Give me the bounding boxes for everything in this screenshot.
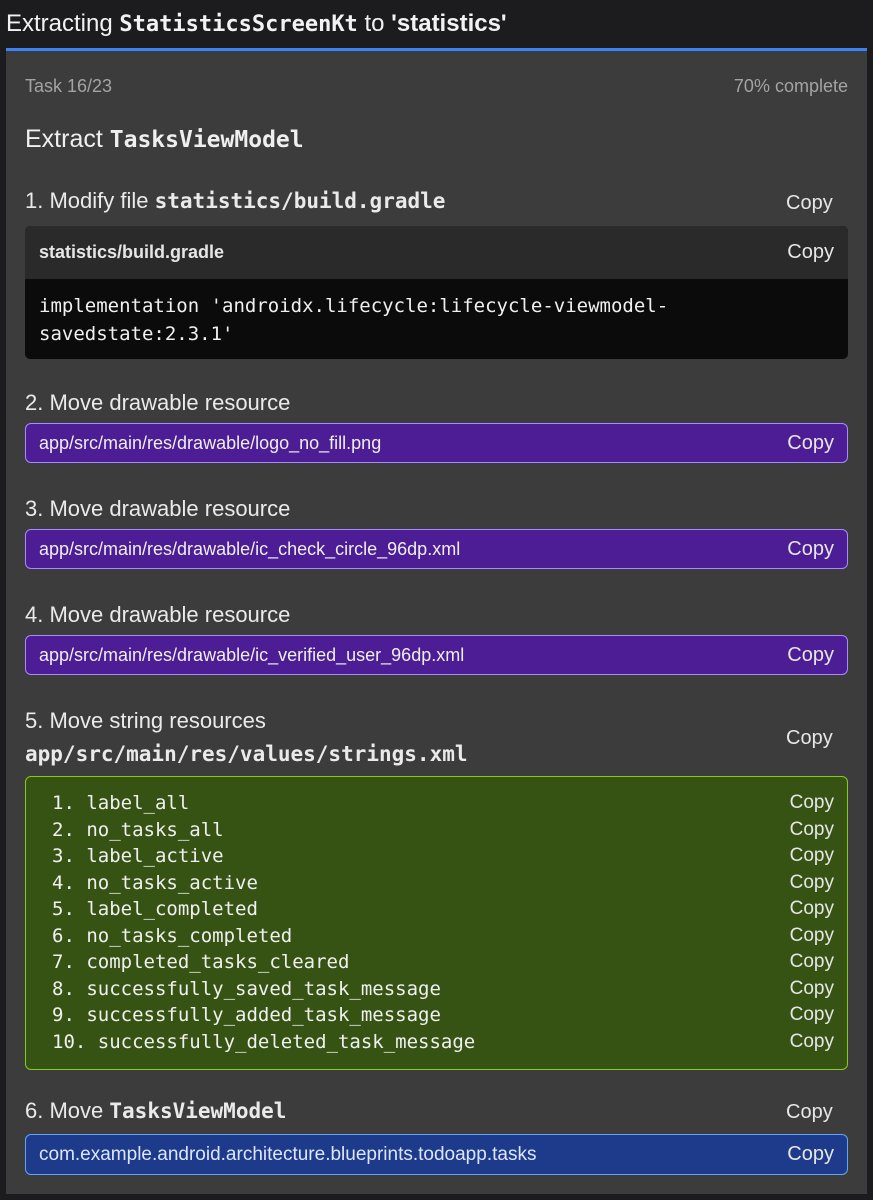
- string-copy-button[interactable]: Copy: [790, 898, 834, 920]
- string-resource-row: 4. no_tasks_active Copy: [26, 870, 847, 897]
- task-counter: Task 16/23: [25, 76, 113, 96]
- string-copy-button[interactable]: Copy: [790, 978, 834, 1000]
- title-prefix: Extracting: [6, 10, 113, 37]
- step-1-label: 1. Modify file: [25, 188, 149, 213]
- string-resources-list: 1. label_all Copy 2. no_tasks_all Copy 3. …: [25, 776, 848, 1070]
- task-meta: Task 16/23 70% complete: [25, 76, 848, 97]
- step-5-file: app/src/main/res/values/strings.xml: [25, 741, 848, 767]
- step-3-heading: 3. Move drawable resource: [25, 496, 291, 521]
- code-snippet: statistics/build.gradle Copy implementat…: [25, 226, 848, 359]
- string-resource-row: 6. no_tasks_completed Copy: [26, 923, 847, 950]
- string-resource-row: 2. no_tasks_all Copy: [26, 817, 847, 844]
- title-module: 'statistics': [391, 10, 507, 37]
- step-1-copy-button[interactable]: Copy: [786, 192, 833, 215]
- string-copy-button[interactable]: Copy: [790, 1004, 834, 1026]
- step-3-path: app/src/main/res/drawable/ic_check_circl…: [39, 538, 461, 559]
- string-resource-name: 6. no_tasks_completed: [52, 924, 293, 947]
- string-copy-button[interactable]: Copy: [790, 792, 834, 814]
- string-resource-row: 5. label_completed Copy: [26, 896, 847, 923]
- step-6-heading: 6. Move TasksViewModel: [25, 1098, 848, 1124]
- string-resource-name: 1. label_all: [52, 792, 190, 815]
- string-copy-button[interactable]: Copy: [790, 845, 834, 867]
- code-snippet-file: statistics/build.gradle: [39, 242, 225, 262]
- step-3-path-box: app/src/main/res/drawable/ic_check_circl…: [25, 529, 848, 569]
- string-resource-row: 1. label_all Copy: [26, 790, 847, 817]
- step-5-file-name: app/src/main/res/values/strings.xml: [25, 742, 468, 766]
- step-4-heading: 4. Move drawable resource: [25, 602, 291, 627]
- step-6-label: 6. Move: [25, 1098, 104, 1123]
- code-snippet-body: implementation 'androidx.lifecycle:lifec…: [39, 295, 669, 345]
- step-2-heading: 2. Move drawable resource: [25, 390, 291, 415]
- string-copy-button[interactable]: Copy: [790, 925, 834, 947]
- string-copy-button[interactable]: Copy: [790, 1031, 834, 1053]
- task-title-prefix: Extract: [25, 125, 103, 153]
- string-resource-name: 7. completed_tasks_cleared: [52, 951, 350, 974]
- code-snippet-header: statistics/build.gradle Copy: [25, 226, 848, 279]
- string-copy-button[interactable]: Copy: [790, 819, 834, 841]
- step-2-path-box: app/src/main/res/drawable/logo_no_fill.p…: [25, 423, 848, 463]
- step-1-heading: 1. Modify file statistics/build.gradle: [25, 188, 848, 214]
- task-title: Extract TasksViewModel: [25, 125, 304, 154]
- string-resource-name: 9. successfully_added_task_message: [52, 1004, 441, 1027]
- string-resource-row: 7. completed_tasks_cleared Copy: [26, 949, 847, 976]
- title-class-name: StatisticsScreenKt: [119, 11, 358, 37]
- string-resource-row: 9. successfully_added_task_message Copy: [26, 1002, 847, 1029]
- step-6-class-name: TasksViewModel: [109, 1099, 287, 1123]
- step-2-path: app/src/main/res/drawable/logo_no_fill.p…: [39, 432, 382, 453]
- window-title: Extracting StatisticsScreenKt to 'statis…: [0, 0, 873, 48]
- string-resource-name: 3. label_active: [52, 845, 224, 868]
- step-6-copy-button[interactable]: Copy: [786, 1101, 833, 1124]
- string-resource-name: 5. label_completed: [52, 898, 258, 921]
- package-name: com.example.android.architecture.bluepri…: [39, 1143, 537, 1165]
- task-progress: 70% complete: [733, 76, 848, 96]
- string-resource-name: 2. no_tasks_all: [52, 818, 224, 841]
- package-path-box: com.example.android.architecture.bluepri…: [25, 1134, 848, 1175]
- step-4-path-box: app/src/main/res/drawable/ic_verified_us…: [25, 635, 848, 675]
- step-3-copy-button[interactable]: Copy: [787, 538, 834, 561]
- task-panel: Task 16/23 70% complete Extract TasksVie…: [6, 51, 867, 1194]
- step-4-path: app/src/main/res/drawable/ic_verified_us…: [39, 644, 465, 665]
- task-title-name: TasksViewModel: [109, 127, 304, 153]
- package-copy-button[interactable]: Copy: [787, 1143, 834, 1166]
- step-4-copy-button[interactable]: Copy: [787, 644, 834, 667]
- step-5-copy-button[interactable]: Copy: [786, 727, 833, 750]
- string-copy-button[interactable]: Copy: [790, 951, 834, 973]
- string-copy-button[interactable]: Copy: [790, 872, 834, 894]
- title-middle: to: [364, 10, 385, 37]
- string-resource-row: 3. label_active Copy: [26, 843, 847, 870]
- string-resource-name: 4. no_tasks_active: [52, 871, 258, 894]
- string-resource-name: 10. successfully_deleted_task_message: [52, 1030, 476, 1053]
- string-resource-row: 8. successfully_saved_task_message Copy: [26, 976, 847, 1003]
- string-resource-row: 10. successfully_deleted_task_message Cop…: [26, 1029, 847, 1056]
- step-1-file-name: statistics/build.gradle: [154, 189, 446, 213]
- step-2-copy-button[interactable]: Copy: [787, 432, 834, 455]
- step-5-heading: 5. Move string resources: [25, 708, 266, 733]
- string-resource-name: 8. successfully_saved_task_message: [52, 977, 441, 1000]
- code-snippet-copy-button[interactable]: Copy: [787, 241, 834, 264]
